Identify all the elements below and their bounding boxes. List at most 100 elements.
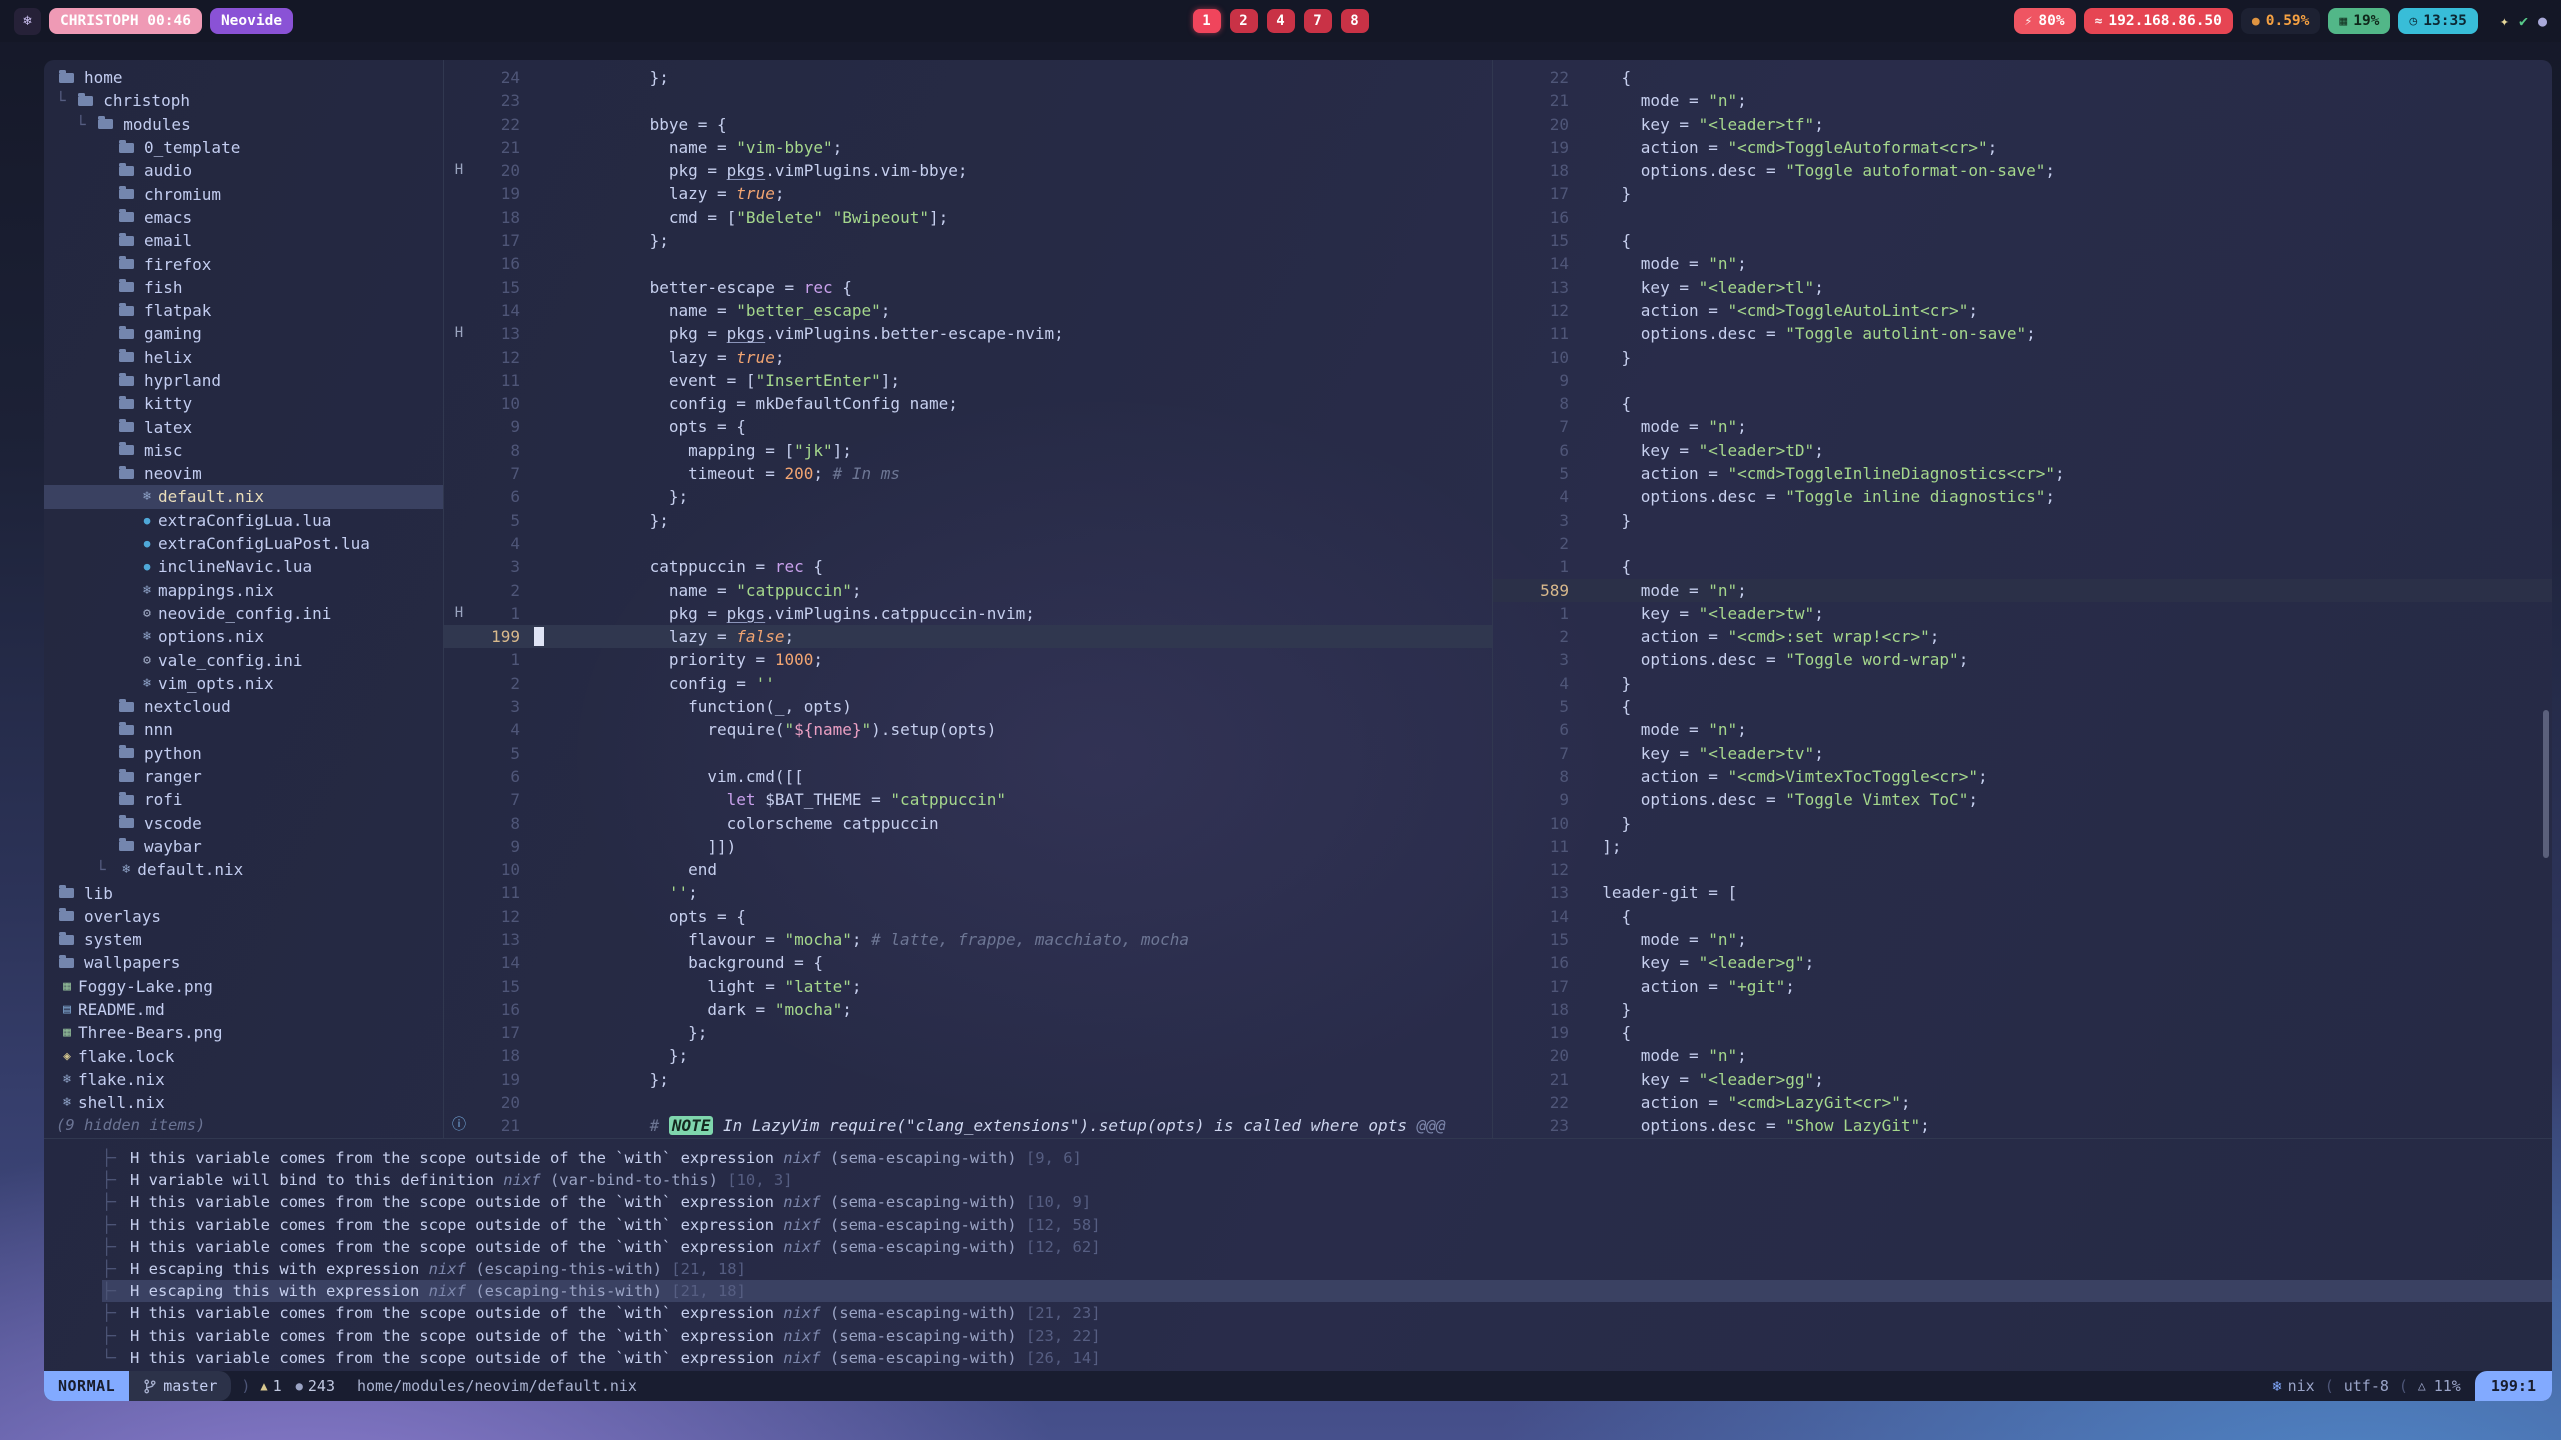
code-line[interactable]: 5 action = "<cmd>ToggleInlineDiagnostics…	[1493, 462, 2552, 485]
code-line[interactable]: 15 light = "latte";	[444, 975, 1492, 998]
code-line[interactable]: 3 function(_, opts)	[444, 695, 1492, 718]
code-line[interactable]: 3 }	[1493, 509, 2552, 532]
code-line[interactable]: 19 };	[444, 1068, 1492, 1091]
code-line[interactable]: 20 mode = "n";	[1493, 1044, 2552, 1067]
code-line[interactable]: 6 key = "<leader>tD";	[1493, 439, 2552, 462]
diagnostic-row[interactable]: ├╴ H this variable comes from the scope …	[102, 1214, 2552, 1236]
diagnostic-row[interactable]: ├╴ H variable will bind to this definiti…	[102, 1169, 2552, 1191]
code-line[interactable]: 14 background = {	[444, 951, 1492, 974]
tree-file-Three-Bears.png[interactable]: ▦Three-Bears.png	[44, 1021, 443, 1044]
network-badge[interactable]: ≈ 192.168.86.50	[2084, 8, 2233, 34]
code-line[interactable]: H20 pkg = pkgs.vimPlugins.vim-bbye;	[444, 159, 1492, 182]
code-line[interactable]: 18 }	[1493, 998, 2552, 1021]
code-line[interactable]: 10 config = mkDefaultConfig name;	[444, 392, 1492, 415]
scrollbar-thumb[interactable]	[2543, 710, 2549, 858]
code-line[interactable]: 4 require("${name}").setup(opts)	[444, 718, 1492, 741]
tree-file-options.nix[interactable]: ❄options.nix	[44, 625, 443, 648]
code-line[interactable]: 10 end	[444, 858, 1492, 881]
tree-folder-email[interactable]: email	[44, 229, 443, 252]
tree-folder-modules[interactable]: └ modules	[44, 113, 443, 136]
code-line[interactable]: 19 lazy = true;	[444, 182, 1492, 205]
code-line[interactable]: 13 key = "<leader>tl";	[1493, 276, 2552, 299]
code-line[interactable]: 16	[1493, 206, 2552, 229]
code-line[interactable]: 5 };	[444, 509, 1492, 532]
code-line[interactable]: 8 action = "<cmd>VimtexTocToggle<cr>";	[1493, 765, 2552, 788]
tree-folder-python[interactable]: python	[44, 742, 443, 765]
code-line[interactable]: 7 let $BAT_THEME = "catppuccin"	[444, 788, 1492, 811]
code-line[interactable]: 20	[444, 1091, 1492, 1114]
code-line[interactable]: 12 lazy = true;	[444, 346, 1492, 369]
code-line[interactable]: 1 priority = 1000;	[444, 648, 1492, 671]
tree-file-extraConfigLua.lua[interactable]: ●extraConfigLua.lua	[44, 509, 443, 532]
code-line[interactable]: 1 key = "<leader>tw";	[1493, 602, 2552, 625]
code-line[interactable]: 16 dark = "mocha";	[444, 998, 1492, 1021]
code-line[interactable]: 10 }	[1493, 346, 2552, 369]
code-line[interactable]: 14 mode = "n";	[1493, 252, 2552, 275]
diagnostic-row[interactable]: ├╴ H this variable comes from the scope …	[102, 1236, 2552, 1258]
code-line[interactable]: 23	[444, 89, 1492, 112]
code-line[interactable]: 18 options.desc = "Toggle autoformat-on-…	[1493, 159, 2552, 182]
code-line[interactable]: 6 };	[444, 485, 1492, 508]
editor-right-pane[interactable]: 22 {21 mode = "n";20 key = "<leader>tf";…	[1492, 60, 2552, 1138]
tree-file-shell.nix[interactable]: ❄shell.nix	[44, 1091, 443, 1114]
warning-count[interactable]: ▲ 1	[260, 1377, 281, 1395]
code-line[interactable]: 22 bbye = {	[444, 113, 1492, 136]
code-line[interactable]: 7 key = "<leader>tv";	[1493, 742, 2552, 765]
tree-file-vale_config.ini[interactable]: ⚙vale_config.ini	[44, 648, 443, 671]
code-line[interactable]: 8 mapping = ["jk"];	[444, 439, 1492, 462]
code-line[interactable]: 9 opts = {	[444, 415, 1492, 438]
code-line[interactable]: 23 options.desc = "Show LazyGit";	[1493, 1114, 2552, 1137]
code-line[interactable]: 199 lazy = false;	[444, 625, 1492, 648]
code-line[interactable]: H1 pkg = pkgs.vimPlugins.catppuccin-nvim…	[444, 602, 1492, 625]
code-line[interactable]: 11 ];	[1493, 835, 2552, 858]
code-line[interactable]: 11 options.desc = "Toggle autolint-on-sa…	[1493, 322, 2552, 345]
code-line[interactable]: 4	[444, 532, 1492, 555]
git-branch[interactable]: master	[129, 1371, 231, 1401]
diagnostic-row[interactable]: ├╴ H escaping this with expression nixf …	[102, 1258, 2552, 1280]
code-line[interactable]: 8 colorscheme catppuccin	[444, 812, 1492, 835]
code-line[interactable]: 12	[1493, 858, 2552, 881]
tree-folder-firefox[interactable]: firefox	[44, 252, 443, 275]
tree-folder-neovim[interactable]: neovim	[44, 462, 443, 485]
tree-file-vim_opts.nix[interactable]: ❄vim_opts.nix	[44, 672, 443, 695]
code-line[interactable]: 15 better-escape = rec {	[444, 276, 1492, 299]
workspace-8[interactable]: 8	[1341, 9, 1369, 33]
tree-folder-kitty[interactable]: kitty	[44, 392, 443, 415]
diagnostic-row[interactable]: ├╴ H this variable comes from the scope …	[102, 1191, 2552, 1213]
code-line[interactable]: 14 name = "better_escape";	[444, 299, 1492, 322]
code-line[interactable]: 3 options.desc = "Toggle word-wrap";	[1493, 648, 2552, 671]
code-line[interactable]: 2	[1493, 532, 2552, 555]
workspace-2[interactable]: 2	[1230, 9, 1258, 33]
tree-file-README.md[interactable]: ▤README.md	[44, 998, 443, 1021]
tree-folder-0_template[interactable]: 0_template	[44, 136, 443, 159]
cpu-badge[interactable]: ● 0.59%	[2241, 8, 2320, 34]
tree-folder-audio[interactable]: audio	[44, 159, 443, 182]
code-line[interactable]: 11 event = ["InsertEnter"];	[444, 369, 1492, 392]
code-line[interactable]: 6 vim.cmd([[	[444, 765, 1492, 788]
tree-folder-christoph[interactable]: └ christoph	[44, 89, 443, 112]
code-line[interactable]: H13 pkg = pkgs.vimPlugins.better-escape-…	[444, 322, 1492, 345]
tree-folder-chromium[interactable]: chromium	[44, 182, 443, 205]
code-line[interactable]: 13 flavour = "mocha"; # latte, frappe, m…	[444, 928, 1492, 951]
tree-folder-vscode[interactable]: vscode	[44, 812, 443, 835]
code-line[interactable]: 9 ]])	[444, 835, 1492, 858]
tree-folder-flatpak[interactable]: flatpak	[44, 299, 443, 322]
code-line[interactable]: 4 options.desc = "Toggle inline diagnost…	[1493, 485, 2552, 508]
hint-count[interactable]: ● 243	[296, 1377, 335, 1395]
code-line[interactable]: 18 cmd = ["Bdelete" "Bwipeout"];	[444, 206, 1492, 229]
diagnostics-panel[interactable]: ├╴ H this variable comes from the scope …	[44, 1138, 2552, 1371]
tree-folder-ranger[interactable]: ranger	[44, 765, 443, 788]
code-line[interactable]: 17 };	[444, 1021, 1492, 1044]
code-line[interactable]: 17 };	[444, 229, 1492, 252]
code-line[interactable]: 7 mode = "n";	[1493, 415, 2552, 438]
code-line[interactable]: 2 config = ''	[444, 672, 1492, 695]
code-line[interactable]: 5 {	[1493, 695, 2552, 718]
nixos-logo[interactable]: ❄	[14, 8, 41, 35]
code-line[interactable]: 2 name = "catppuccin";	[444, 579, 1492, 602]
tree-folder-gaming[interactable]: gaming	[44, 322, 443, 345]
code-line[interactable]: 3 catppuccin = rec {	[444, 555, 1492, 578]
tree-folder-latex[interactable]: latex	[44, 415, 443, 438]
tree-folder-overlays[interactable]: overlays	[44, 905, 443, 928]
code-line[interactable]: 22 {	[1493, 66, 2552, 89]
code-line[interactable]: 19 {	[1493, 1021, 2552, 1044]
